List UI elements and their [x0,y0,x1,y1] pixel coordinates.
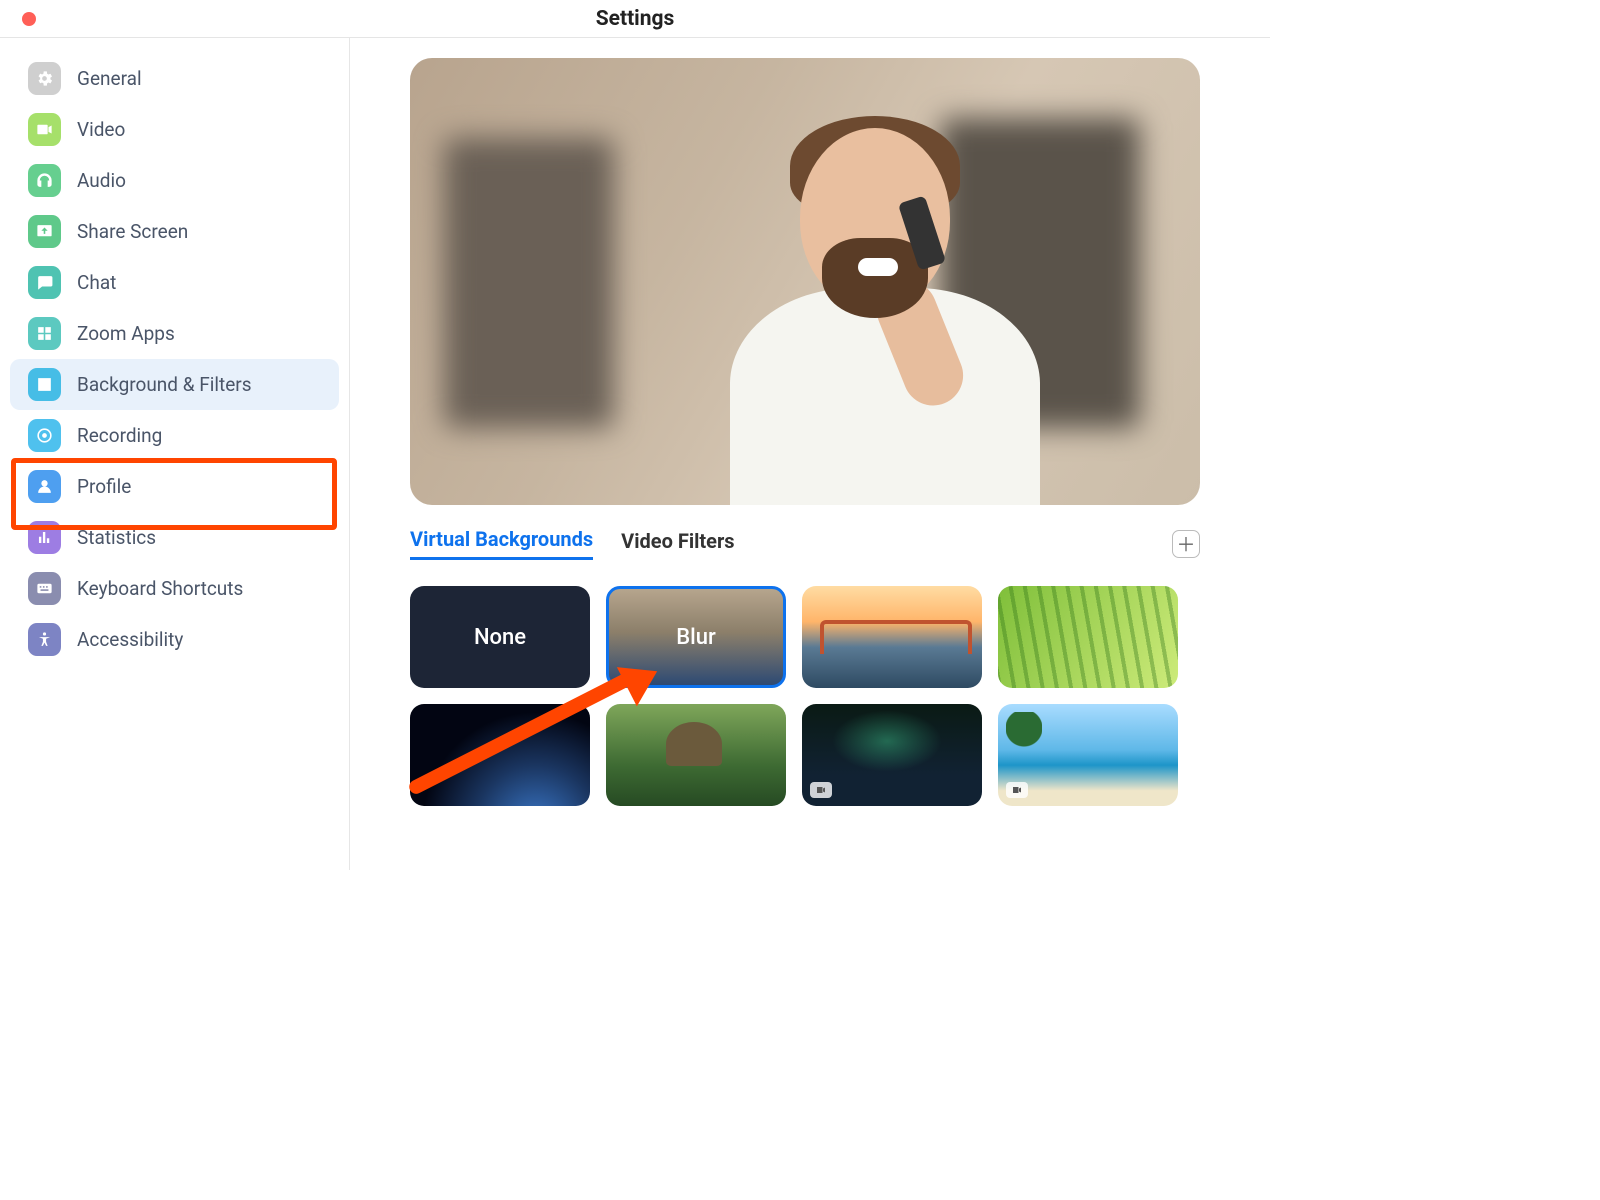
sidebar-item-label: Video [77,118,125,141]
close-window-button[interactable] [22,12,36,26]
background-grid: None Blur [410,586,1200,806]
gear-icon [28,62,61,95]
background-icon [28,368,61,401]
titlebar: Settings [0,0,1270,38]
sidebar-item-label: Background & Filters [77,373,252,396]
sidebar-item-video[interactable]: Video [0,104,349,155]
sidebar-item-general[interactable]: General [0,53,349,104]
sidebar-item-label: Profile [77,475,131,498]
sidebar-item-label: General [77,67,142,90]
sidebar-item-background-filters[interactable]: Background & Filters [10,359,339,410]
background-option-none[interactable]: None [410,586,590,688]
sidebar-item-share-screen[interactable]: Share Screen [0,206,349,257]
sidebar-item-statistics[interactable]: Statistics [0,512,349,563]
sidebar-item-profile[interactable]: Profile [0,461,349,512]
sidebar-item-label: Keyboard Shortcuts [77,577,243,600]
share-screen-icon [28,215,61,248]
background-option-grass[interactable] [998,586,1178,688]
plus-icon: ＋ [1176,530,1195,557]
sidebar-item-chat[interactable]: Chat [0,257,349,308]
sidebar-item-label: Zoom Apps [77,322,175,345]
chat-icon [28,266,61,299]
background-tabs: Virtual Backgrounds Video Filters ＋ [410,527,1200,560]
video-preview [410,58,1200,505]
sidebar-item-recording[interactable]: Recording [0,410,349,461]
background-option-label: None [474,625,526,650]
video-badge-icon [810,782,832,798]
sidebar-item-label: Accessibility [77,628,183,651]
add-background-button[interactable]: ＋ [1172,530,1200,558]
background-option-label: Blur [676,625,716,650]
profile-icon [28,470,61,503]
sidebar-item-accessibility[interactable]: Accessibility [0,614,349,665]
headphones-icon [28,164,61,197]
keyboard-icon [28,572,61,605]
sidebar-item-label: Recording [77,424,162,447]
sidebar-item-label: Audio [77,169,126,192]
video-icon [28,113,61,146]
sidebar-item-keyboard-shortcuts[interactable]: Keyboard Shortcuts [0,563,349,614]
background-option-jurassic[interactable] [606,704,786,806]
statistics-icon [28,521,61,554]
record-icon [28,419,61,452]
main-panel: Virtual Backgrounds Video Filters ＋ None… [350,38,1270,870]
tab-virtual-backgrounds[interactable]: Virtual Backgrounds [410,527,593,560]
apps-icon [28,317,61,350]
accessibility-icon [28,623,61,656]
sidebar-item-label: Share Screen [77,220,188,243]
window-title: Settings [0,7,1270,31]
background-option-aurora[interactable] [802,704,982,806]
background-option-earth[interactable] [410,704,590,806]
sidebar-item-zoom-apps[interactable]: Zoom Apps [0,308,349,359]
sidebar-item-audio[interactable]: Audio [0,155,349,206]
sidebar-item-label: Chat [77,271,116,294]
settings-window: Settings General Video Audio [0,0,1270,870]
sidebar-item-label: Statistics [77,526,156,549]
background-option-golden-gate[interactable] [802,586,982,688]
background-option-beach[interactable] [998,704,1178,806]
sidebar: General Video Audio Share Screen [0,38,350,870]
background-option-blur[interactable]: Blur [606,586,786,688]
tab-video-filters[interactable]: Video Filters [621,529,734,559]
video-badge-icon [1006,782,1028,798]
